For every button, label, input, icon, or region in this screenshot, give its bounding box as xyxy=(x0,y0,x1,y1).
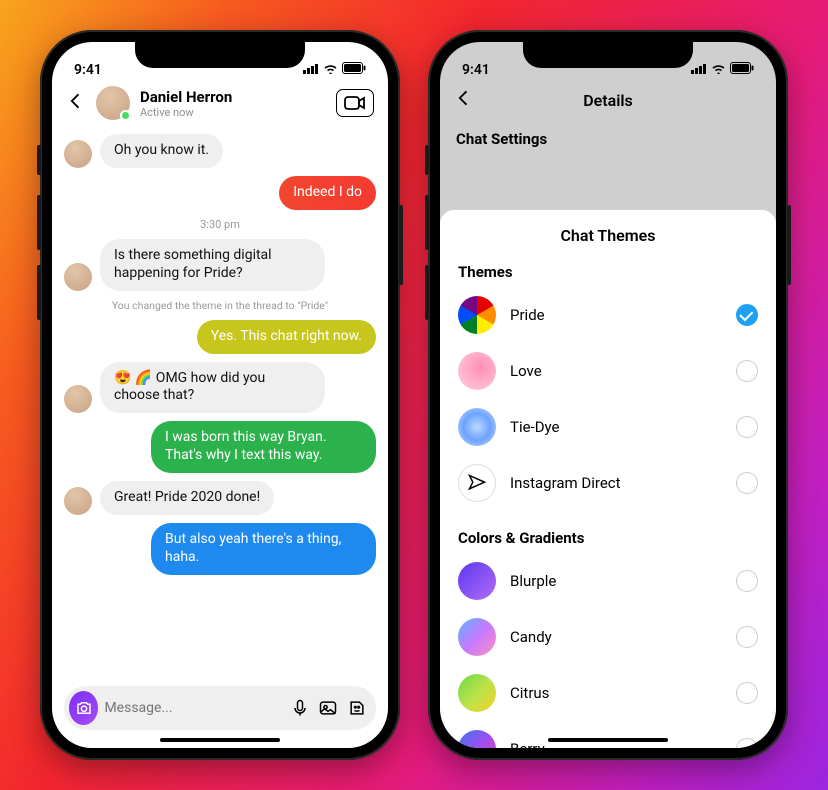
paper-plane-icon xyxy=(458,464,496,502)
home-indicator[interactable] xyxy=(160,738,280,742)
details-header: Details xyxy=(440,80,776,120)
status-time: 9:41 xyxy=(462,62,490,78)
sticker-button[interactable] xyxy=(345,698,368,718)
back-icon[interactable] xyxy=(454,88,474,112)
radio[interactable] xyxy=(736,570,758,592)
color-option-citrus[interactable]: Citrus xyxy=(440,665,776,721)
video-call-button[interactable] xyxy=(336,89,374,117)
notch xyxy=(135,42,305,68)
wifi-icon xyxy=(323,62,338,78)
system-message: You changed the theme in the thread to "… xyxy=(64,299,376,312)
section-heading: Chat Settings xyxy=(440,120,776,158)
message-list[interactable]: Oh you know it. Indeed I do 3:30 pm Is t… xyxy=(52,130,388,686)
option-label: Candy xyxy=(510,628,722,646)
avatar[interactable] xyxy=(96,86,130,120)
sheet-chat-themes: Chat Themes Themes Pride Love Tie-Dye In… xyxy=(440,210,776,748)
sheet-title: Chat Themes xyxy=(440,226,776,245)
theme-option-love[interactable]: Love xyxy=(440,343,776,399)
pride-swatch-icon xyxy=(458,296,496,334)
message-avatar xyxy=(64,487,92,515)
candy-swatch-icon xyxy=(458,618,496,656)
option-label: Instagram Direct xyxy=(510,474,722,492)
theme-option-pride[interactable]: Pride xyxy=(440,287,776,343)
message-sent[interactable]: I was born this way Bryan. That's why I … xyxy=(151,421,376,473)
status-time: 9:41 xyxy=(74,62,102,78)
citrus-swatch-icon xyxy=(458,674,496,712)
theme-option-instagram-direct[interactable]: Instagram Direct xyxy=(440,455,776,511)
page-title: Details xyxy=(583,91,633,110)
tiedye-swatch-icon xyxy=(458,408,496,446)
radio[interactable] xyxy=(736,416,758,438)
back-icon[interactable] xyxy=(66,91,86,115)
message-sent[interactable]: Indeed I do xyxy=(279,176,376,210)
message-input[interactable] xyxy=(104,700,282,716)
home-indicator[interactable] xyxy=(548,738,668,742)
color-option-candy[interactable]: Candy xyxy=(440,609,776,665)
wifi-icon xyxy=(711,62,726,78)
berry-swatch-icon xyxy=(458,730,496,748)
photo-button[interactable] xyxy=(317,698,340,718)
blurple-swatch-icon xyxy=(458,562,496,600)
mic-button[interactable] xyxy=(288,698,311,718)
message-sent[interactable]: But also yeah there's a thing, haha. xyxy=(151,523,376,575)
chat-status: Active now xyxy=(140,106,232,119)
message-sent[interactable]: Yes. This chat right now. xyxy=(197,320,376,354)
love-swatch-icon xyxy=(458,352,496,390)
message-received[interactable]: Great! Pride 2020 done! xyxy=(100,481,274,515)
phone-settings: 9:41 Details Chat Settings Chat Themes T… xyxy=(428,30,788,760)
group-themes: Themes xyxy=(440,257,776,287)
radio[interactable] xyxy=(736,738,758,748)
option-label: Love xyxy=(510,362,722,380)
notch xyxy=(523,42,693,68)
radio[interactable] xyxy=(736,682,758,704)
group-colors: Colors & Gradients xyxy=(440,523,776,553)
signal-icon xyxy=(303,62,319,78)
radio[interactable] xyxy=(736,472,758,494)
chat-header: Daniel Herron Active now xyxy=(52,80,388,130)
theme-option-tiedye[interactable]: Tie-Dye xyxy=(440,399,776,455)
chat-name[interactable]: Daniel Herron xyxy=(140,88,232,106)
message-received[interactable]: Is there something digital happening for… xyxy=(100,239,325,291)
phone-chat: 9:41 Daniel Herron Active now Oh you kno… xyxy=(40,30,400,760)
message-received[interactable]: 😍 🌈 OMG how did you choose that? xyxy=(100,362,325,414)
color-option-blurple[interactable]: Blurple xyxy=(440,553,776,609)
online-indicator xyxy=(120,110,131,121)
camera-button[interactable] xyxy=(69,691,98,725)
composer xyxy=(64,686,376,730)
option-label: Pride xyxy=(510,306,722,324)
option-label: Tie-Dye xyxy=(510,418,722,436)
radio[interactable] xyxy=(736,360,758,382)
option-label: Citrus xyxy=(510,684,722,702)
message-avatar xyxy=(64,140,92,168)
message-avatar xyxy=(64,385,92,413)
message-received[interactable]: Oh you know it. xyxy=(100,134,223,168)
radio[interactable] xyxy=(736,626,758,648)
battery-icon xyxy=(342,62,366,78)
battery-icon xyxy=(730,62,754,78)
radio-selected[interactable] xyxy=(736,304,758,326)
signal-icon xyxy=(691,62,707,78)
message-avatar xyxy=(64,263,92,291)
option-label: Blurple xyxy=(510,572,722,590)
color-option-berry[interactable]: Berry xyxy=(440,721,776,748)
timestamp: 3:30 pm xyxy=(64,218,376,231)
